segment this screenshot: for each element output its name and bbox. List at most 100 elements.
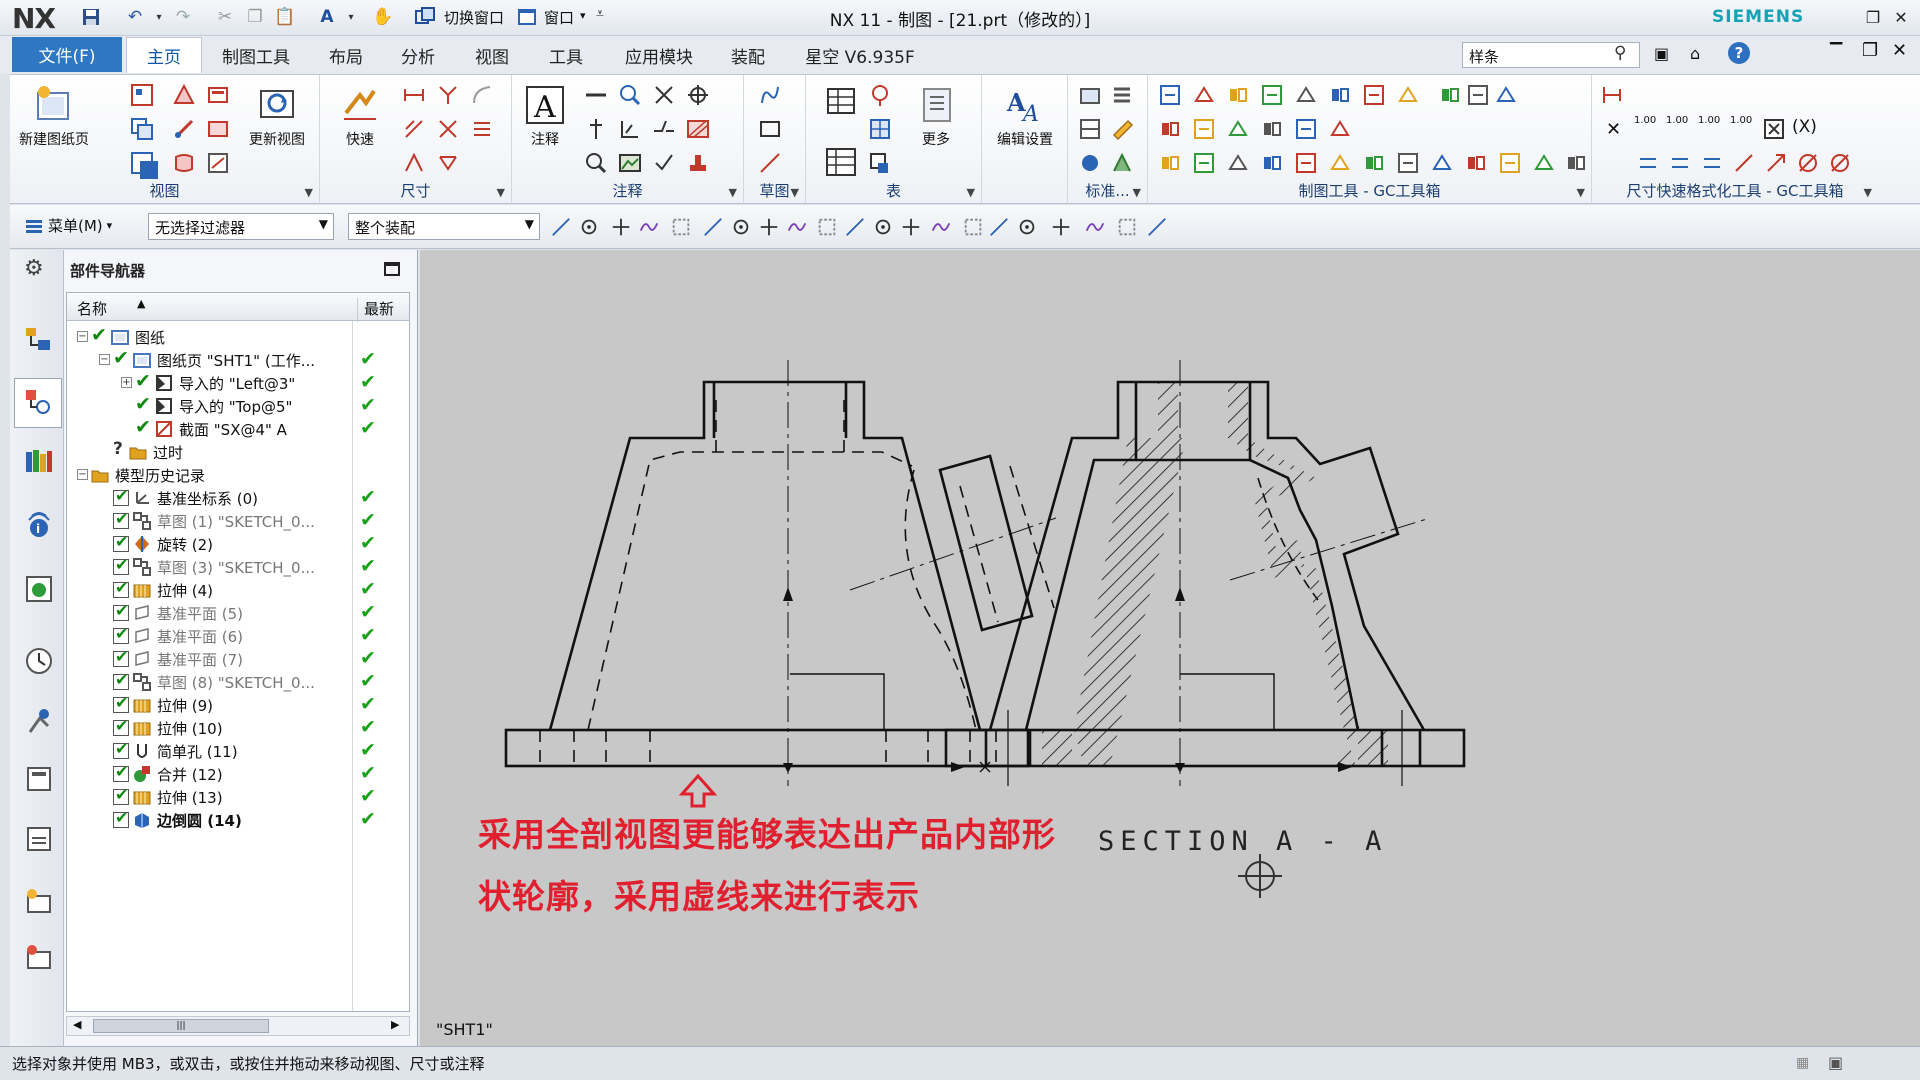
clear-format-icon[interactable]: ✕ <box>1606 119 1621 140</box>
tolerance-2-button[interactable]: 1.00 <box>1666 115 1688 126</box>
line-icon[interactable] <box>758 151 782 175</box>
snap-16-icon[interactable] <box>988 216 1010 238</box>
touch-mode-icon[interactable]: ✋ <box>372 6 394 28</box>
settings-gear-icon[interactable]: ⚙ <box>24 256 44 281</box>
fit-3-icon[interactable] <box>1700 151 1724 175</box>
gc-tool-icon-28[interactable] <box>1498 151 1522 175</box>
ribbon-close-icon[interactable]: ✕ <box>1892 40 1907 61</box>
expand-icon[interactable]: + <box>121 377 132 388</box>
visibility-checkbox[interactable] <box>113 555 129 575</box>
gc-tool-icon-6[interactable] <box>1328 83 1352 107</box>
gc-tool-icon-4[interactable] <box>1260 83 1284 107</box>
hatch-icon[interactable] <box>686 117 710 141</box>
chamfer-dimension-icon[interactable] <box>402 117 426 141</box>
snap-5-icon[interactable] <box>670 216 692 238</box>
snap-21-icon[interactable] <box>1146 216 1168 238</box>
search-icon[interactable]: ⚲ <box>1614 43 1626 63</box>
layout-icon[interactable] <box>24 886 54 916</box>
image-icon[interactable] <box>618 151 642 175</box>
update-view-button[interactable]: 更新视图 <box>242 85 312 149</box>
horizontal-scrollbar[interactable]: ◀ ||| ▶ <box>66 1016 410 1036</box>
visibility-checkbox[interactable] <box>113 693 129 713</box>
view-creation-wizard-icon[interactable] <box>130 117 154 141</box>
web-browser-icon[interactable] <box>24 574 54 604</box>
visibility-checkbox[interactable] <box>113 670 129 690</box>
scroll-right-icon[interactable]: ▶ <box>391 1018 399 1031</box>
gc-tool-icon-25[interactable] <box>1396 151 1420 175</box>
gc-tool-icon-29[interactable] <box>1532 151 1556 175</box>
visibility-checkbox[interactable] <box>113 601 129 621</box>
sketch-curve-icon[interactable] <box>758 83 782 107</box>
arc-length-dimension-icon[interactable] <box>470 117 494 141</box>
ribbon-minimize-icon[interactable]: ▔ <box>1830 42 1842 61</box>
quick-access-customize-icon[interactable]: ⩡ <box>596 6 604 22</box>
column-latest-header[interactable]: 最新 <box>357 298 394 322</box>
snap-6-icon[interactable] <box>702 216 724 238</box>
collapse-icon[interactable]: − <box>99 354 110 365</box>
window-label[interactable]: 窗口 <box>544 7 574 28</box>
tab-layout[interactable]: 布局 <box>316 37 376 73</box>
fit-2-icon[interactable] <box>1668 151 1692 175</box>
tolerance-4-button[interactable]: 1.00 <box>1730 115 1752 126</box>
system-scenes-icon[interactable] <box>24 824 54 854</box>
diameter-2-icon[interactable] <box>1828 151 1852 175</box>
gc-tool-icon-24[interactable] <box>1362 151 1386 175</box>
snap-10-icon[interactable] <box>816 216 838 238</box>
rectangle-icon[interactable] <box>758 117 782 141</box>
tabular-note-icon[interactable] <box>868 117 892 141</box>
group-view-dropdown-icon[interactable]: ▼ <box>305 186 313 199</box>
radial-dimension-icon[interactable] <box>436 83 460 107</box>
visibility-checkbox[interactable] <box>113 808 129 828</box>
detail-view-icon[interactable] <box>206 83 230 107</box>
gc-tool-icon-26[interactable] <box>1430 151 1454 175</box>
snap-2-icon[interactable] <box>578 216 600 238</box>
symbol-icon[interactable] <box>652 151 676 175</box>
gc-tool-icon-8[interactable] <box>1396 83 1420 107</box>
visibility-checkbox[interactable] <box>113 716 129 736</box>
visibility-checkbox[interactable] <box>113 578 129 598</box>
gc-tool-icon-5[interactable] <box>1294 83 1318 107</box>
gc-tool-icon-30[interactable] <box>1564 151 1588 175</box>
gc-tool-icon-9[interactable] <box>1438 83 1462 107</box>
section-label[interactable]: SECTION A - A <box>1098 826 1387 857</box>
close-icon[interactable]: ✕ <box>1888 4 1914 30</box>
reuse-library-icon[interactable] <box>24 446 54 476</box>
tab-xingkong[interactable]: 星空 V6.935F <box>790 37 930 73</box>
gc-tool-icon-12[interactable] <box>1158 117 1182 141</box>
visibility-checkbox[interactable] <box>113 509 129 529</box>
new-sheet-button[interactable]: 新建图纸页 <box>16 85 92 149</box>
center-mark-icon[interactable] <box>652 83 676 107</box>
paste-icon[interactable]: 📋 <box>274 6 296 28</box>
column-name-header[interactable]: 名称 <box>77 298 107 319</box>
save-icon[interactable] <box>80 6 102 28</box>
visibility-checkbox[interactable] <box>113 486 129 506</box>
crosshair-icon[interactable] <box>686 83 710 107</box>
switch-window-icon[interactable] <box>414 6 436 28</box>
group-sketch-dropdown-icon[interactable]: ▼ <box>791 186 799 199</box>
switch-window-label[interactable]: 切换窗口 <box>444 7 504 28</box>
text-style-dropdown-icon[interactable]: ▾ <box>340 6 362 28</box>
undo-dropdown-icon[interactable]: ▾ <box>148 6 170 28</box>
restore-icon[interactable]: ❐ <box>1860 4 1886 30</box>
break-view-icon[interactable] <box>206 117 230 141</box>
hd3d-tools-icon[interactable]: i <box>24 510 54 540</box>
visibility-checkbox[interactable] <box>113 739 129 759</box>
hole-table-icon[interactable] <box>868 151 892 175</box>
status-icon-1[interactable]: ▦ <box>1796 1055 1809 1071</box>
gc-tool-icon-13[interactable] <box>1192 117 1216 141</box>
balloon-icon[interactable] <box>868 83 892 107</box>
snap-9-icon[interactable] <box>786 216 808 238</box>
standard-icon-3[interactable] <box>1078 117 1102 141</box>
ordinate-dimension-icon[interactable] <box>402 151 426 175</box>
gc-tool-icon-22[interactable] <box>1294 151 1318 175</box>
snap-8-icon[interactable] <box>758 216 780 238</box>
standard-icon-5[interactable] <box>1078 151 1102 175</box>
gc-tool-icon-11[interactable] <box>1494 83 1518 107</box>
gc-tool-icon-17[interactable] <box>1328 117 1352 141</box>
gc-tool-icon-19[interactable] <box>1192 151 1216 175</box>
note-button[interactable]: A 注释 <box>520 85 570 149</box>
surface-finish-icon[interactable] <box>618 117 642 141</box>
maximize-icon[interactable] <box>384 262 400 276</box>
group-annotation-dropdown-icon[interactable]: ▼ <box>729 186 737 199</box>
selection-scope-select[interactable]: 整个装配 ▼ <box>348 213 540 240</box>
